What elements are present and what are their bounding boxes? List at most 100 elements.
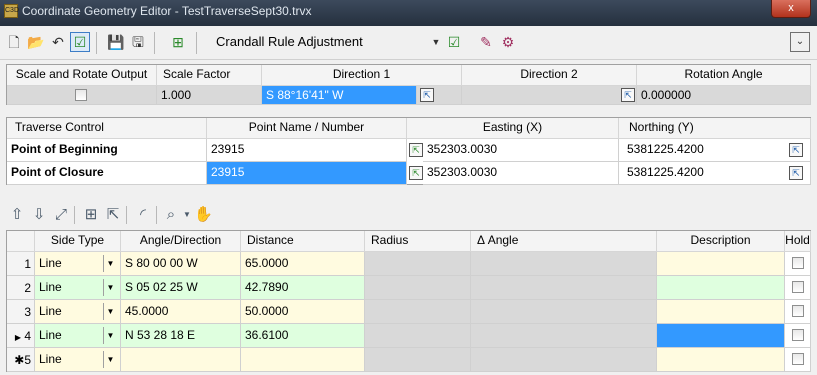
row-number[interactable]: ▶ 4 [7, 324, 35, 348]
toolbar-separator [126, 206, 127, 224]
undo-icon[interactable]: ↶ [48, 32, 68, 52]
check-icon[interactable]: ☑ [444, 32, 464, 52]
description-cell[interactable] [657, 348, 785, 372]
header-scale-rotate: Scale and Rotate Output [7, 65, 157, 86]
pick-northing-icon[interactable]: ⇱ [789, 143, 803, 157]
pan-hand-icon[interactable]: ✋ [194, 206, 213, 224]
new-icon[interactable]: 🗋 [4, 32, 24, 52]
hold-checkbox[interactable] [792, 257, 804, 269]
settings-icon[interactable]: ⚙ [498, 32, 518, 52]
toolbar-separator [156, 206, 157, 224]
curve-icon[interactable]: ◜ [134, 206, 152, 224]
toolbar-separator [74, 206, 75, 224]
chevron-down-icon[interactable]: ▼ [103, 327, 117, 344]
save-as-icon[interactable]: 🖫 [128, 32, 148, 52]
description-cell[interactable] [657, 300, 785, 324]
scale-factor-value[interactable]: 1.000 [157, 86, 262, 105]
toolbar-separator [196, 32, 197, 54]
point-of-closure-label: Point of Closure [7, 162, 207, 185]
side-type-value: Line [39, 256, 62, 270]
side-type-value: Line [39, 328, 62, 342]
hold-cell [785, 348, 811, 372]
edit-icon[interactable]: ⊞ [168, 32, 188, 52]
point-of-closure-number[interactable]: 23915 [207, 162, 407, 185]
angle-direction-cell[interactable]: S 05 02 25 W [121, 276, 241, 300]
angle-direction-cell[interactable]: N 53 28 18 E [121, 324, 241, 348]
row-number[interactable]: ✱5 [7, 348, 35, 372]
chevron-down-icon[interactable]: ▼ [426, 32, 446, 52]
select-icon[interactable]: ⇱ [104, 206, 122, 224]
direction-1-value[interactable]: S 88°16'41" W [262, 86, 417, 105]
app-icon: C3D [4, 4, 19, 18]
point-of-closure-easting[interactable]: 352303.0030 [423, 162, 619, 185]
toolbar-separator [96, 32, 97, 54]
description-cell[interactable] [657, 252, 785, 276]
current-row-icon: ▶ [14, 333, 21, 342]
adjustment-method-select[interactable]: Crandall Rule Adjustment [208, 32, 456, 54]
hold-cell [785, 276, 811, 300]
header-direction-2: Direction 2 [462, 65, 637, 86]
open-icon[interactable]: 📂 [26, 32, 46, 52]
chevron-down-icon[interactable]: ▼ [103, 351, 117, 368]
row-number-label: 1 [24, 257, 31, 271]
hold-checkbox[interactable] [792, 329, 804, 341]
header-direction-1: Direction 1 [262, 65, 462, 86]
header-description: Description [657, 231, 785, 252]
header-traverse-control: Traverse Control [7, 118, 207, 139]
row-number[interactable]: 1 [7, 252, 35, 276]
distance-cell[interactable] [241, 348, 365, 372]
grid-toolbar: ⇧ ⇩ ⤢ ⊞ ⇱ ◜ ⌕ ▼ ✋ [6, 200, 811, 230]
header-scale-factor: Scale Factor [157, 65, 262, 86]
hold-cell [785, 252, 811, 276]
draw-icon[interactable]: ✎ [476, 32, 496, 52]
header-northing: Northing (Y) [619, 118, 811, 139]
pick-point-icon[interactable]: ⇱ [409, 166, 423, 180]
hold-checkbox[interactable] [792, 305, 804, 317]
header-point-name: Point Name / Number [207, 118, 407, 139]
point-of-beginning-northing[interactable]: 5381225.4200 [619, 139, 811, 162]
pick-point-icon[interactable]: ⇱ [409, 143, 423, 157]
chevron-down-icon[interactable]: ▼ [103, 279, 117, 296]
row-number-label: 4 [24, 329, 31, 343]
close-button[interactable]: x [771, 0, 811, 18]
header-delta-angle: Δ Angle [471, 231, 657, 252]
point-of-closure-northing[interactable]: 5381225.4200 [619, 162, 811, 185]
move-down-icon[interactable]: ⇩ [30, 206, 48, 224]
distance-cell[interactable]: 65.0000 [241, 252, 365, 276]
radius-cell [365, 324, 471, 348]
pick-direction-2-icon[interactable]: ⇱ [621, 88, 635, 102]
reverse-icon[interactable]: ⤢ [52, 206, 70, 224]
distance-cell[interactable]: 42.7890 [241, 276, 365, 300]
pick-northing-icon[interactable]: ⇱ [789, 166, 803, 180]
scale-rotate-checkbox[interactable] [75, 89, 87, 101]
collapse-icon[interactable]: ⌄ [790, 32, 810, 52]
hold-checkbox[interactable] [792, 281, 804, 293]
distance-cell[interactable]: 50.0000 [241, 300, 365, 324]
radius-cell [365, 348, 471, 372]
angle-direction-cell[interactable]: 45.0000 [121, 300, 241, 324]
row-number[interactable]: 3 [7, 300, 35, 324]
window-title: Coordinate Geometry Editor - TestTravers… [22, 4, 312, 18]
insert-row-icon[interactable]: ⊞ [82, 206, 100, 224]
angle-direction-cell[interactable]: S 80 00 00 W [121, 252, 241, 276]
move-up-icon[interactable]: ⇧ [8, 206, 26, 224]
direction-2-value[interactable] [462, 86, 637, 105]
checkbox-icon[interactable]: ☑ [70, 32, 90, 52]
description-cell[interactable] [657, 324, 785, 348]
hold-checkbox[interactable] [792, 353, 804, 365]
point-of-beginning-easting[interactable]: 352303.0030 [423, 139, 619, 162]
row-number[interactable]: 2 [7, 276, 35, 300]
pick-direction-1-icon[interactable]: ⇱ [420, 88, 434, 102]
save-icon[interactable]: 💾 [106, 32, 126, 52]
description-cell[interactable] [657, 276, 785, 300]
rotation-angle-value[interactable]: 0.000000 [637, 86, 811, 105]
chevron-down-icon[interactable]: ▼ [103, 255, 117, 272]
chevron-down-icon[interactable]: ▼ [103, 303, 117, 320]
side-type-value: Line [39, 280, 62, 294]
new-row-icon: ✱ [14, 353, 25, 367]
angle-direction-cell[interactable] [121, 348, 241, 372]
direction-1-pick-cell: ⇱ [417, 86, 462, 105]
distance-cell[interactable]: 36.6100 [241, 324, 365, 348]
point-of-beginning-number[interactable]: 23915 [207, 139, 407, 162]
header-distance: Distance [241, 231, 365, 252]
